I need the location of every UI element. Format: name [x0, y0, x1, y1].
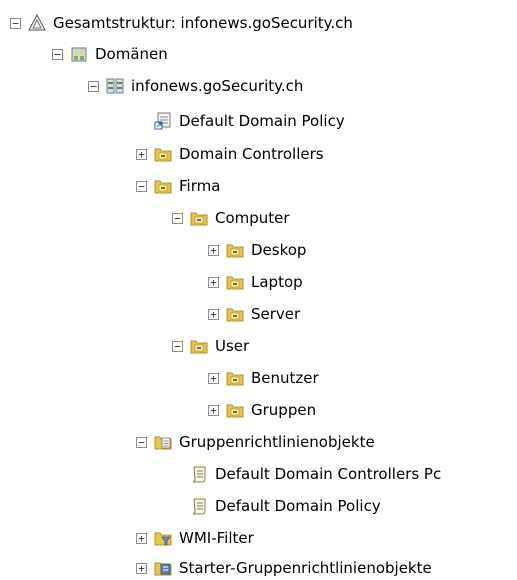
- tree-node-domains[interactable]: − Domänen: [52, 43, 168, 65]
- ou-folder-icon: [190, 209, 208, 227]
- tree-node-default-domain-policy-link[interactable]: Default Domain Policy: [154, 110, 345, 132]
- tree-node-gpo-default-dc-policy[interactable]: Default Domain Controllers Pc: [190, 463, 441, 485]
- domains-label: Domänen: [95, 45, 168, 63]
- gpo-container-label: Gruppenrichtlinienobjekte: [179, 433, 375, 451]
- forest-label: Gesamtstruktur: infonews.goSecurity.ch: [53, 14, 353, 32]
- default-domain-policy-link-label: Default Domain Policy: [179, 112, 345, 130]
- gpo-folder-icon: [154, 433, 172, 451]
- expand-toggle[interactable]: +: [208, 276, 219, 288]
- tree-node-gpo-container[interactable]: − Gruppenrichtlinienobjekte: [136, 431, 375, 453]
- computer-label: Computer: [215, 209, 290, 227]
- tree-node-forest[interactable]: − Gesamtstruktur: infonews.goSecurity.ch: [10, 12, 353, 34]
- ou-folder-icon: [190, 337, 208, 355]
- tree-node-firma[interactable]: − Firma: [136, 175, 220, 197]
- firma-label: Firma: [179, 177, 221, 195]
- user-label: User: [215, 337, 250, 355]
- tree-node-server[interactable]: + Server: [208, 303, 300, 325]
- gruppen-label: Gruppen: [251, 401, 317, 419]
- tree-node-laptop[interactable]: + Laptop: [208, 271, 303, 293]
- domains-icon: [70, 45, 88, 63]
- benutzer-label: Benutzer: [251, 369, 319, 387]
- gpo-default-dc-policy-label: Default Domain Controllers Pc: [215, 465, 442, 483]
- starter-gpo-icon: [154, 559, 172, 577]
- gpo-scroll-icon: [190, 465, 208, 483]
- gpo-scroll-icon: [190, 497, 208, 515]
- tree-node-domain[interactable]: − infonews.goSecurity.ch: [88, 75, 303, 97]
- tree-node-computer[interactable]: − Computer: [172, 207, 290, 229]
- ou-folder-icon: [154, 177, 172, 195]
- expand-toggle[interactable]: +: [136, 532, 147, 544]
- laptop-label: Laptop: [251, 273, 303, 291]
- expand-toggle[interactable]: +: [136, 562, 147, 574]
- wmi-filter-label: WMI-Filter: [179, 529, 254, 547]
- domain-label: infonews.goSecurity.ch: [131, 77, 304, 95]
- collapse-toggle[interactable]: −: [172, 212, 183, 224]
- expand-toggle[interactable]: +: [208, 244, 219, 256]
- ou-folder-icon: [226, 369, 244, 387]
- tree-node-gpo-default-domain-policy[interactable]: Default Domain Policy: [190, 495, 381, 517]
- ou-folder-icon: [226, 273, 244, 291]
- collapse-toggle[interactable]: −: [136, 436, 147, 448]
- ou-folder-icon: [226, 401, 244, 419]
- collapse-toggle[interactable]: −: [172, 340, 183, 352]
- forest-triangle-icon: [28, 14, 46, 32]
- collapse-toggle[interactable]: −: [10, 17, 21, 29]
- starter-gpo-label: Starter-Gruppenrichtlinienobjekte: [179, 559, 432, 577]
- wmi-filter-icon: [154, 529, 172, 547]
- tree-node-benutzer[interactable]: + Benutzer: [208, 367, 319, 389]
- expand-toggle[interactable]: +: [208, 372, 219, 384]
- tree-node-deskop[interactable]: + Deskop: [208, 239, 306, 261]
- tree-node-wmi-filter[interactable]: + WMI-Filter: [136, 527, 254, 549]
- gpo-default-domain-policy-label: Default Domain Policy: [215, 497, 381, 515]
- server-label: Server: [251, 305, 301, 323]
- gpo-link-icon: [154, 112, 172, 130]
- domain-controllers-label: Domain Controllers: [179, 145, 324, 163]
- expand-toggle[interactable]: +: [208, 308, 219, 320]
- ou-folder-icon: [226, 241, 244, 259]
- ou-folder-icon: [154, 145, 172, 163]
- ou-folder-icon: [226, 305, 244, 323]
- tree-node-starter-gpo[interactable]: + Starter-Gruppenrichtlinienobjekte: [136, 557, 432, 579]
- collapse-toggle[interactable]: −: [88, 80, 99, 92]
- domain-icon: [106, 77, 124, 95]
- tree-node-user[interactable]: − User: [172, 335, 249, 357]
- collapse-toggle[interactable]: −: [136, 180, 147, 192]
- expand-toggle[interactable]: +: [208, 404, 219, 416]
- tree-node-domain-controllers[interactable]: + Domain Controllers: [136, 143, 324, 165]
- tree-node-gruppen[interactable]: + Gruppen: [208, 399, 316, 421]
- expand-toggle[interactable]: +: [136, 148, 147, 160]
- deskop-label: Deskop: [251, 241, 307, 259]
- collapse-toggle[interactable]: −: [52, 48, 63, 60]
